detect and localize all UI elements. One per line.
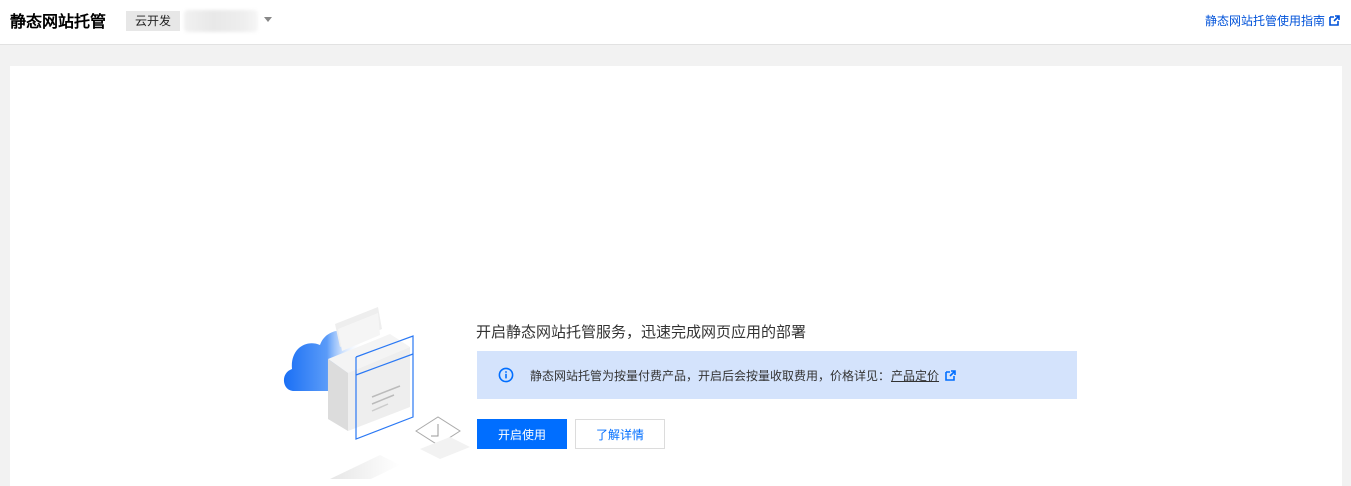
external-link-icon (1329, 15, 1340, 26)
info-icon (498, 367, 514, 383)
chevron-down-icon (264, 17, 272, 22)
headline: 开启静态网站托管服务，迅速完成网页应用的部署 (476, 323, 807, 341)
enable-button[interactable]: 开启使用 (477, 419, 567, 449)
top-bar: 静态网站托管 云开发 静态网站托管使用指南 (0, 0, 1351, 45)
env-tag: 云开发 (126, 11, 181, 31)
pricing-link[interactable]: 产品定价 (891, 367, 939, 384)
cloud-illustration (283, 307, 470, 479)
guide-link[interactable]: 静态网站托管使用指南 (1205, 12, 1340, 29)
content-card: 开启静态网站托管服务，迅速完成网页应用的部署 静态网站托管为按量付费产品，开启后… (10, 66, 1342, 486)
env-select[interactable] (184, 9, 276, 33)
notice-text: 静态网站托管为按量付费产品，开启后会按量收取费用，价格详见： (530, 368, 891, 383)
env-select-value (184, 10, 258, 32)
info-notice: 静态网站托管为按量付费产品，开启后会按量收取费用，价格详见： 产品定价 (477, 351, 1077, 399)
external-link-icon (945, 369, 956, 381)
learn-more-button[interactable]: 了解详情 (575, 419, 665, 449)
page-title: 静态网站托管 (10, 12, 107, 31)
guide-link-label: 静态网站托管使用指南 (1204, 14, 1325, 28)
